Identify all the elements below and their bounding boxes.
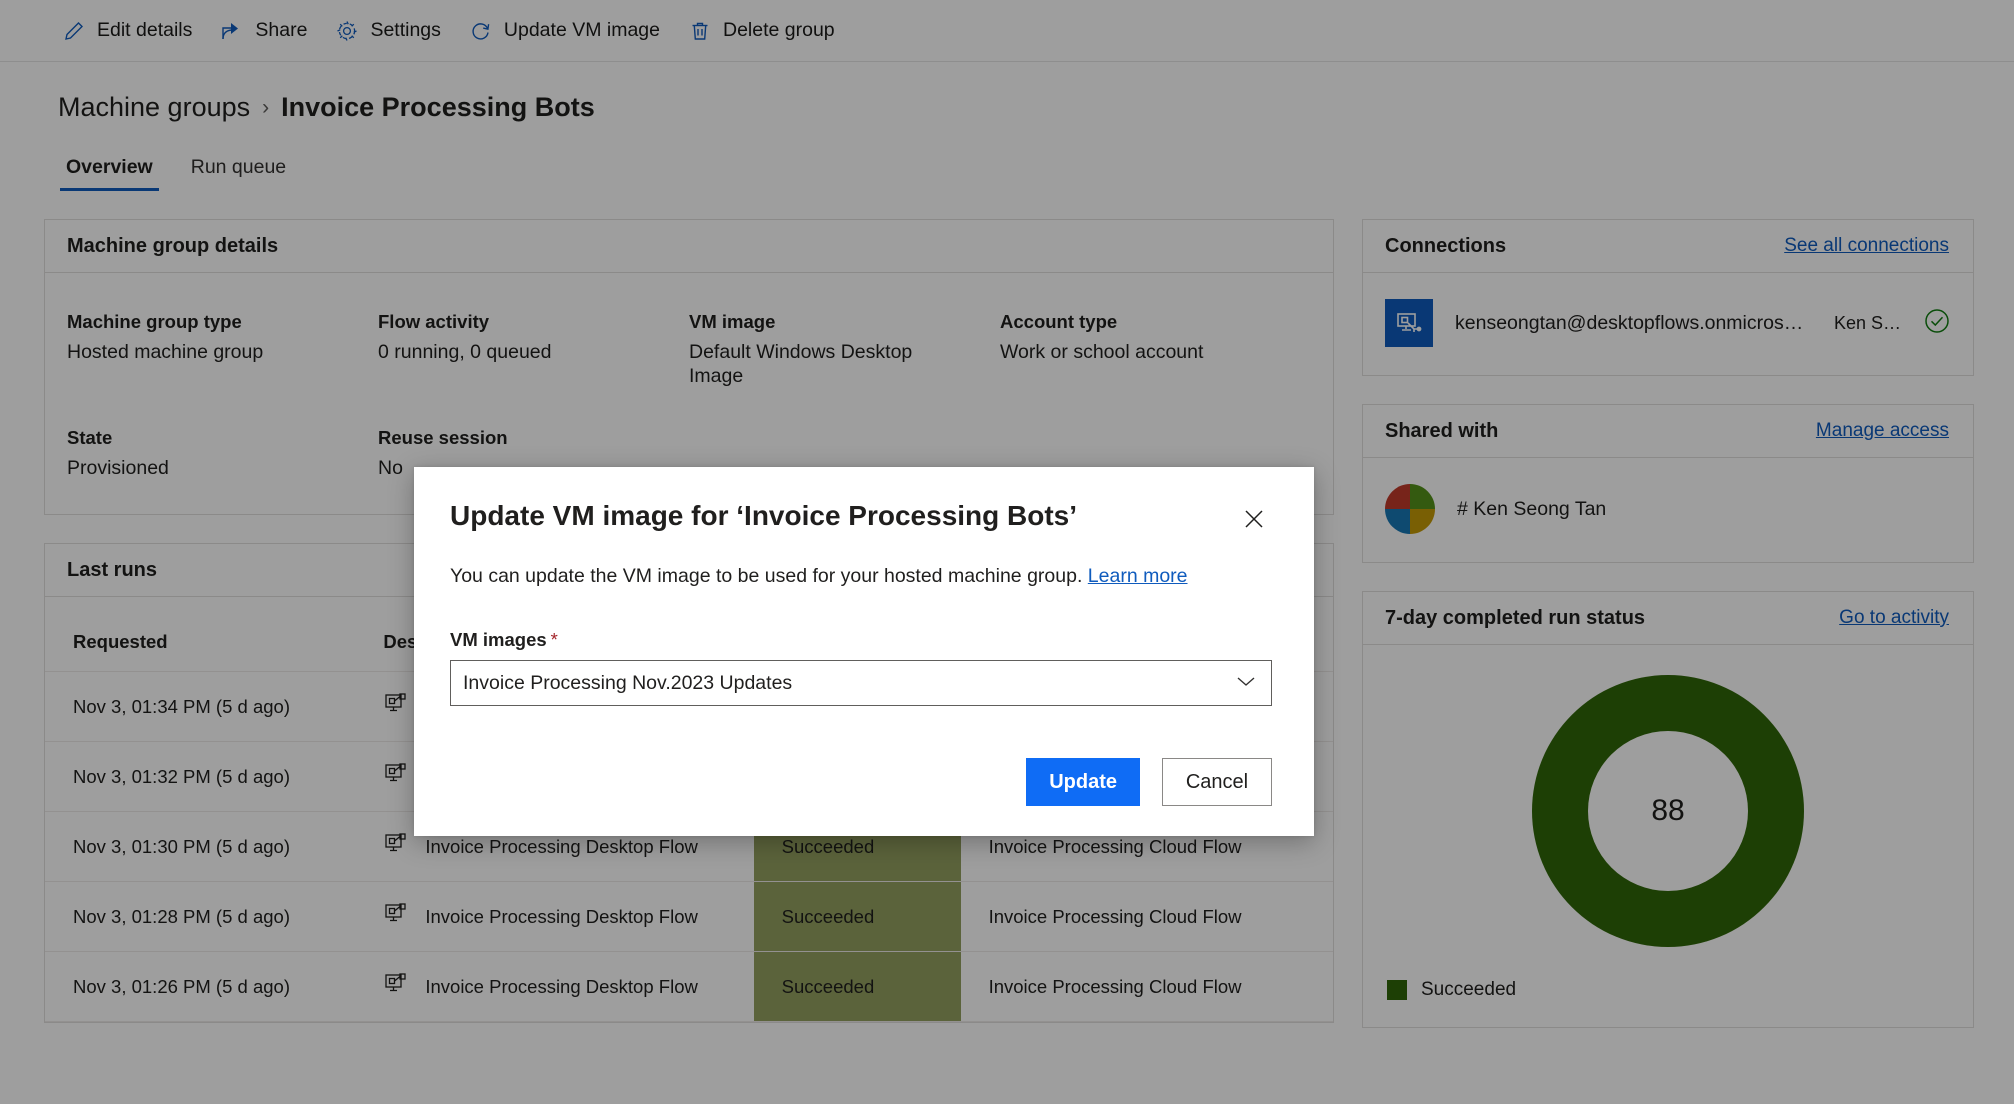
vm-images-dropdown[interactable]: Invoice Processing Nov.2023 Updates [450,660,1272,707]
update-vm-image-dialog: Update VM image for ‘Invoice Processing … [414,467,1314,837]
dialog-description: You can update the VM image to be used f… [450,563,1272,589]
required-asterisk: * [550,629,558,651]
dialog-description-text: You can update the VM image to be used f… [450,565,1083,587]
cancel-button[interactable]: Cancel [1162,758,1272,807]
vm-images-label: VM images * [450,629,1272,651]
chevron-down-icon [1235,674,1257,693]
vm-images-label-text: VM images [450,629,547,651]
dialog-header: Update VM image for ‘Invoice Processing … [450,499,1272,537]
vm-images-field: VM images * Invoice Processing Nov.2023 U… [450,629,1272,707]
learn-more-link[interactable]: Learn more [1088,565,1188,587]
dialog-actions: Update Cancel [450,758,1272,807]
update-button[interactable]: Update [1026,758,1140,807]
dialog-title: Update VM image for ‘Invoice Processing … [450,500,1078,531]
close-icon[interactable] [1236,501,1272,537]
vm-images-selected-value: Invoice Processing Nov.2023 Updates [463,671,793,694]
